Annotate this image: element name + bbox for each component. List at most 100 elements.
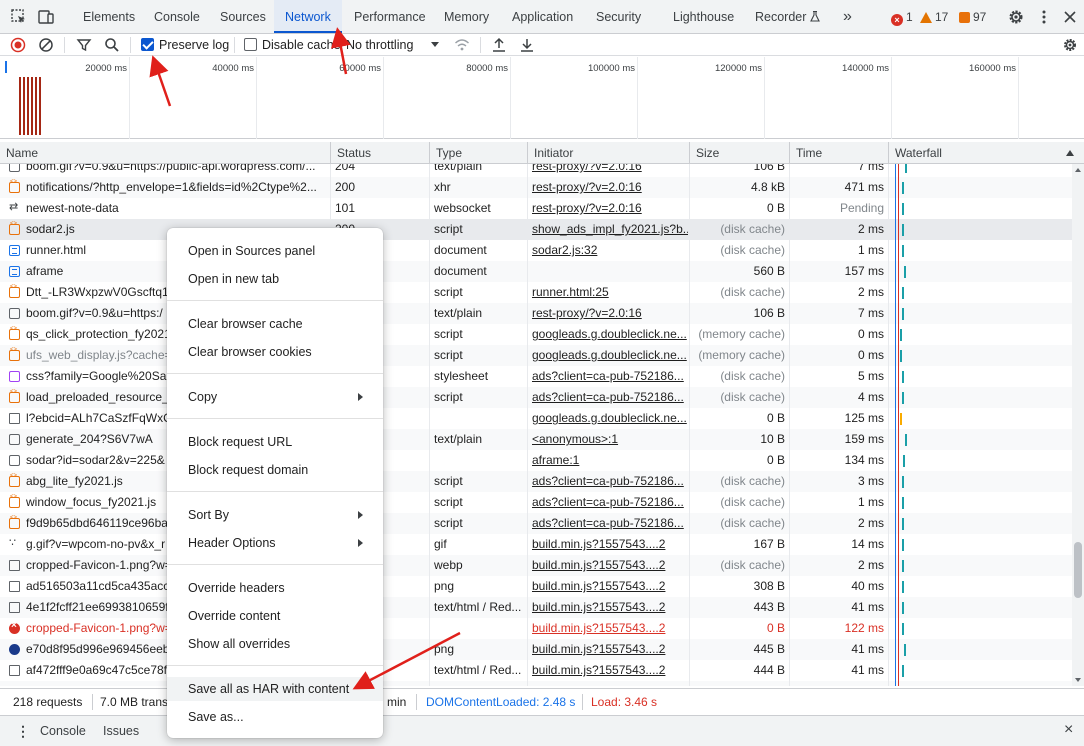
- table-row[interactable]: 5c71b294f60b6f0c6f32fJi.6f2f...354 B40 m…: [0, 681, 1072, 686]
- scroll-up-arrow-icon[interactable]: [1075, 168, 1081, 172]
- scroll-down-arrow-icon[interactable]: [1075, 678, 1081, 682]
- column-header-status[interactable]: Status: [330, 142, 429, 164]
- table-row[interactable]: l?ebcid=ALh7CaSzfFqWxC8 googleads.g.doubl…: [0, 408, 1072, 429]
- request-initiator[interactable]: ads?client=ca-pub-752186...: [532, 471, 688, 492]
- drawer-tab-console[interactable]: Console: [40, 724, 86, 738]
- request-initiator[interactable]: runner.html:25: [532, 282, 688, 303]
- request-initiator[interactable]: googleads.g.doubleclick.ne...: [532, 345, 688, 366]
- disable-cache-label[interactable]: Disable cache: [262, 38, 341, 52]
- menu-header-options[interactable]: Header Options: [167, 531, 383, 555]
- tab-console[interactable]: Console: [154, 0, 200, 33]
- network-overview-timeline[interactable]: 20000 ms 40000 ms 60000 ms 80000 ms 1000…: [0, 57, 1084, 139]
- table-row[interactable]: css?family=Google%20San stylesheet ads?cli…: [0, 366, 1072, 387]
- tab-memory[interactable]: Memory: [444, 0, 489, 33]
- menu-block-request-domain[interactable]: Block request domain: [167, 458, 383, 482]
- table-row[interactable]: notifications/?http_envelope=1&fields=id…: [0, 177, 1072, 198]
- throttling-dropdown-caret-icon[interactable]: [431, 42, 439, 47]
- import-har-upload-icon[interactable]: [491, 37, 507, 53]
- settings-gear-icon[interactable]: [1007, 8, 1025, 26]
- throttling-select[interactable]: No throttling: [346, 38, 413, 52]
- menu-open-in-sources-panel[interactable]: Open in Sources panel: [167, 239, 383, 263]
- request-initiator[interactable]: aframe:1: [532, 450, 688, 471]
- tab-elements[interactable]: Elements: [83, 0, 135, 33]
- request-initiator[interactable]: rest-proxy/?v=2.0:16: [532, 177, 688, 198]
- search-icon[interactable]: [104, 37, 120, 53]
- request-initiator[interactable]: build.min.js?1557543....2: [532, 534, 688, 555]
- request-initiator[interactable]: ads?client=ca-pub-752186...: [532, 513, 688, 534]
- table-row[interactable]: aframe document 560 B 157 ms: [0, 261, 1072, 282]
- table-row[interactable]: boom.gif?v=0.9&u=https:/text/plain rest-p…: [0, 303, 1072, 324]
- menu-save-all-as-har-with-content[interactable]: Save all as HAR with content: [167, 677, 383, 701]
- table-row[interactable]: sodar?id=sodar2&v=225& aframe:1 0 B 134 ms: [0, 450, 1072, 471]
- table-row[interactable]: cropped-Favicon-1.png?w=build.min.js?155…: [0, 618, 1072, 639]
- table-row[interactable]: boom.gif?v=0.9&u=https://public-api.word…: [0, 164, 1072, 177]
- request-initiator[interactable]: build.min.js?1557543....2: [532, 639, 688, 660]
- clear-log-icon[interactable]: [38, 37, 54, 53]
- warning-count-badge[interactable]: 17: [920, 10, 948, 24]
- network-settings-gear-icon[interactable]: [1062, 37, 1078, 53]
- table-row[interactable]: Dtt_-LR3WxpzwV0Gscftq1Ascriptrunner.html…: [0, 282, 1072, 303]
- menu-open-in-new-tab[interactable]: Open in new tab: [167, 267, 383, 291]
- device-toolbar-icon[interactable]: [37, 8, 55, 26]
- column-header-waterfall[interactable]: Waterfall: [888, 142, 1084, 164]
- tab-security[interactable]: Security: [596, 0, 641, 33]
- table-row[interactable]: cropped-Favicon-1.png?w= webp build.min.js…: [0, 555, 1072, 576]
- request-initiator[interactable]: build.min.js?1557543....2: [532, 555, 688, 576]
- column-header-time[interactable]: Time: [789, 142, 888, 164]
- preserve-log-label[interactable]: Preserve log: [159, 38, 229, 52]
- request-initiator[interactable]: [532, 261, 688, 282]
- column-header-initiator[interactable]: Initiator: [527, 142, 689, 164]
- tab-network[interactable]: Network: [274, 0, 342, 33]
- request-initiator[interactable]: Ji.6f2f...: [532, 681, 688, 686]
- column-header-name[interactable]: Name: [0, 142, 330, 164]
- table-row[interactable]: f9d9b65dbd646119ce96bascriptads?client=c…: [0, 513, 1072, 534]
- tab-lighthouse[interactable]: Lighthouse: [673, 0, 734, 33]
- table-row[interactable]: abg_lite_fy2021.jsscriptads?client=ca-pu…: [0, 471, 1072, 492]
- network-conditions-wifi-icon[interactable]: [454, 37, 470, 53]
- table-row[interactable]: sodar2.js200scriptshow_ads_impl_fy2021.j…: [0, 219, 1072, 240]
- request-initiator[interactable]: ads?client=ca-pub-752186...: [532, 387, 688, 408]
- table-vertical-scrollbar[interactable]: [1072, 164, 1084, 686]
- column-header-size[interactable]: Size: [689, 142, 789, 164]
- request-initiator[interactable]: googleads.g.doubleclick.ne...: [532, 324, 688, 345]
- menu-override-content[interactable]: Override content: [167, 604, 383, 628]
- menu-save-as[interactable]: Save as...: [167, 705, 383, 729]
- drawer-menu-kebab-icon[interactable]: ⋮: [16, 723, 30, 740]
- table-row[interactable]: qs_click_protection_fy2021.scriptgooglea…: [0, 324, 1072, 345]
- table-row[interactable]: e70d8f95d996e969456eeb png build.min.js?15…: [0, 639, 1072, 660]
- request-initiator[interactable]: rest-proxy/?v=2.0:16: [532, 198, 688, 219]
- disable-cache-checkbox[interactable]: [244, 38, 257, 51]
- menu-copy[interactable]: Copy: [167, 385, 383, 409]
- table-row[interactable]: ufs_web_display.js?cache=rscriptgooglead…: [0, 345, 1072, 366]
- table-row[interactable]: ad516503a11cd5ca435acc9 png build.min.js?1…: [0, 576, 1072, 597]
- scrollbar-thumb[interactable]: [1074, 542, 1082, 598]
- request-initiator[interactable]: rest-proxy/?v=2.0:16: [532, 303, 688, 324]
- close-devtools-icon[interactable]: [1061, 8, 1079, 26]
- tab-recorder[interactable]: Recorder: [755, 0, 821, 33]
- menu-clear-browser-cookies[interactable]: Clear browser cookies: [167, 340, 383, 364]
- error-count-badge[interactable]: × 1: [891, 10, 913, 26]
- menu-block-request-url[interactable]: Block request URL: [167, 430, 383, 454]
- request-initiator[interactable]: show_ads_impl_fy2021.js?b...: [532, 219, 688, 240]
- table-row[interactable]: af472fff9e0a69c47c5ce78fb text/html / Red…: [0, 660, 1072, 681]
- export-har-download-icon[interactable]: [519, 37, 535, 53]
- request-initiator[interactable]: build.min.js?1557543....2: [532, 576, 688, 597]
- drawer-tab-issues[interactable]: Issues: [103, 724, 139, 738]
- menu-sort-by[interactable]: Sort By: [167, 503, 383, 527]
- request-initiator[interactable]: googleads.g.doubleclick.ne...: [532, 408, 688, 429]
- request-initiator[interactable]: ads?client=ca-pub-752186...: [532, 492, 688, 513]
- inspect-element-icon[interactable]: [10, 8, 28, 26]
- close-drawer-icon[interactable]: ×: [1064, 721, 1073, 739]
- issues-count-badge[interactable]: 97: [959, 10, 986, 24]
- table-row[interactable]: ∵ g.gif?v=wpcom-no-pv&x_r gif build.min.js?…: [0, 534, 1072, 555]
- request-initiator[interactable]: <anonymous>:1: [532, 429, 688, 450]
- request-initiator[interactable]: build.min.js?1557543....2: [532, 660, 688, 681]
- preserve-log-checkbox[interactable]: [141, 38, 154, 51]
- request-initiator[interactable]: build.min.js?1557543....2: [532, 597, 688, 618]
- request-initiator[interactable]: build.min.js?1557543....2: [532, 618, 688, 639]
- request-initiator[interactable]: sodar2.js:32: [532, 240, 688, 261]
- table-row[interactable]: load_preloaded_resource_fscriptads?clien…: [0, 387, 1072, 408]
- menu-clear-browser-cache[interactable]: Clear browser cache: [167, 312, 383, 336]
- filter-icon[interactable]: [76, 37, 92, 53]
- table-row[interactable]: window_focus_fy2021.jsscriptads?client=c…: [0, 492, 1072, 513]
